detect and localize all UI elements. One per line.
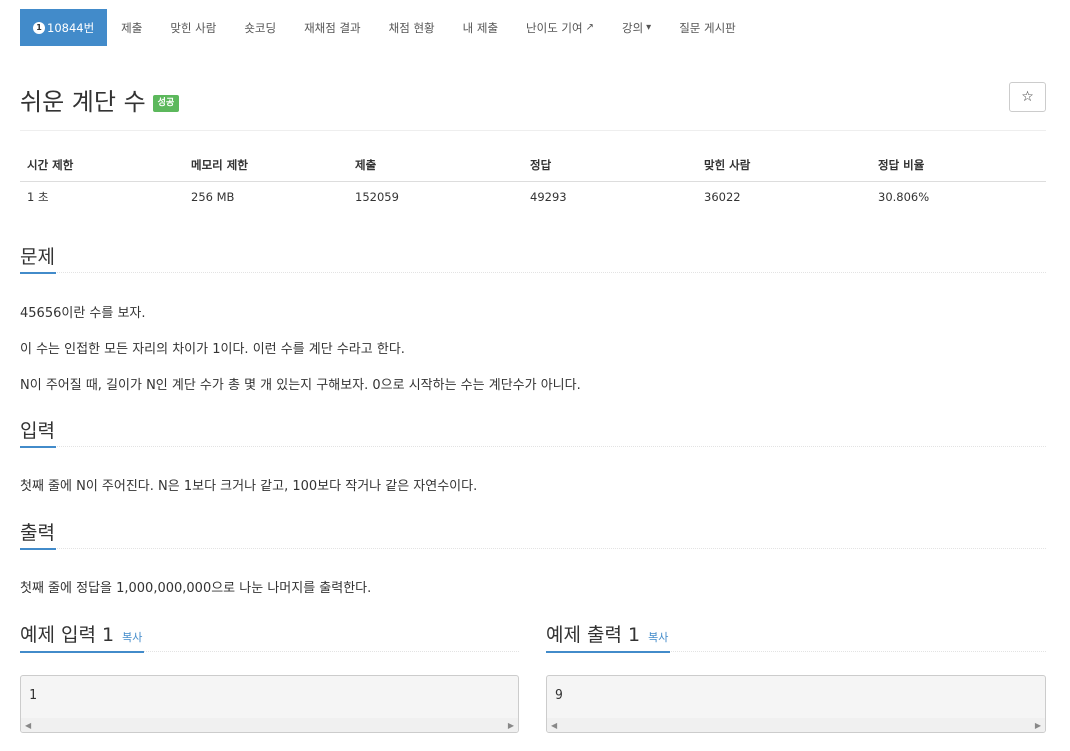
problem-heading: 문제 bbox=[20, 246, 55, 268]
output-heading-underline bbox=[20, 548, 56, 550]
status-badge: 성공 bbox=[152, 94, 180, 112]
sample-output-scrollbar[interactable]: ◀ ▶ bbox=[547, 718, 1045, 732]
star-icon: ☆ bbox=[1021, 89, 1034, 105]
favorite-button[interactable]: ☆ bbox=[1009, 82, 1046, 112]
problem-line-1: 45656이란 수를 보자. bbox=[20, 306, 146, 321]
nav-solved-users-label: 맞힌 사람 bbox=[170, 20, 217, 35]
value-submissions: 152059 bbox=[355, 190, 399, 205]
problem-line-3: N이 주어질 때, 길이가 N인 계단 수가 총 몇 개 있는지 구해보자. 0… bbox=[20, 378, 581, 393]
sample-output-box[interactable]: 9 ◀ ▶ bbox=[546, 675, 1046, 733]
nav-lectures-label: 강의 bbox=[621, 20, 644, 35]
value-accept-ratio: 30.806% bbox=[878, 190, 930, 205]
external-link-icon: ↗ bbox=[585, 22, 594, 33]
problem-heading-line bbox=[20, 272, 1046, 273]
scroll-right-icon[interactable]: ▶ bbox=[508, 721, 514, 730]
scroll-right-icon[interactable]: ▶ bbox=[1035, 721, 1041, 730]
nav-submit-label: 제출 bbox=[121, 20, 143, 35]
sample-input-box[interactable]: 1 ◀ ▶ bbox=[20, 675, 519, 733]
nav-rejudge[interactable]: 재채점 결과 bbox=[290, 9, 375, 46]
nav-solved-users[interactable]: 맞힌 사람 bbox=[156, 9, 230, 46]
input-heading-underline bbox=[20, 446, 56, 448]
scroll-left-icon[interactable]: ◀ bbox=[551, 721, 557, 730]
nav-lectures[interactable]: 강의 ▾ bbox=[608, 9, 665, 46]
output-heading-line bbox=[20, 548, 1046, 549]
sample-input-scrollbar[interactable]: ◀ ▶ bbox=[21, 718, 518, 732]
nav-status[interactable]: 채점 현황 bbox=[375, 9, 449, 46]
sample-input-underline bbox=[20, 651, 144, 653]
input-description: 첫째 줄에 N이 주어진다. N은 1보다 크거나 같고, 100보다 작거나 … bbox=[20, 479, 478, 494]
tier-badge-icon: 1 bbox=[33, 21, 45, 34]
table-header-row: 시간 제한 메모리 제한 제출 정답 맞힌 사람 정답 비율 bbox=[20, 150, 1046, 182]
nav-status-label: 채점 현황 bbox=[388, 20, 435, 35]
sample-output-title: 예제 출력 1 bbox=[546, 624, 641, 646]
nav-difficulty[interactable]: 난이도 기여 ↗ bbox=[512, 9, 608, 46]
sample-input-title: 예제 입력 1 bbox=[20, 624, 115, 646]
nav-submit[interactable]: 제출 bbox=[107, 9, 156, 46]
nav-my-submissions-label: 내 제출 bbox=[462, 20, 499, 35]
header-accepted: 정답 bbox=[523, 150, 697, 182]
nav-my-submissions[interactable]: 내 제출 bbox=[449, 9, 512, 46]
value-time-limit: 1 초 bbox=[27, 190, 49, 205]
nav-board[interactable]: 질문 게시판 bbox=[665, 9, 750, 46]
value-accepted: 49293 bbox=[530, 190, 567, 205]
input-heading-line bbox=[20, 446, 1046, 447]
copy-sample-input-link[interactable]: 복사 bbox=[122, 629, 142, 645]
title-divider bbox=[20, 130, 1046, 131]
page-title: 쉬운 계단 수 bbox=[20, 87, 146, 116]
value-solved-users: 36022 bbox=[704, 190, 741, 205]
output-heading: 출력 bbox=[20, 522, 55, 544]
output-description: 첫째 줄에 정답을 1,000,000,000으로 나눈 나머지를 출력한다. bbox=[20, 581, 372, 596]
sample-output-value: 9 bbox=[555, 688, 563, 703]
sample-output-underline bbox=[546, 651, 670, 653]
sample-input-value: 1 bbox=[29, 688, 37, 703]
sample-output-heading: 예제 출력 1 복사 bbox=[546, 620, 668, 647]
problem-line-2: 이 수는 인접한 모든 자리의 차이가 1이다. 이런 수를 계단 수라고 한다… bbox=[20, 342, 405, 357]
table-row: 1 초 256 MB 152059 49293 36022 30.806% bbox=[20, 181, 1046, 213]
nav-rejudge-label: 재채점 결과 bbox=[304, 20, 361, 35]
problem-info-table: 시간 제한 메모리 제한 제출 정답 맞힌 사람 정답 비율 1 초 256 M… bbox=[20, 150, 1046, 213]
header-memory-limit: 메모리 제한 bbox=[184, 150, 348, 182]
header-time-limit: 시간 제한 bbox=[20, 150, 184, 182]
input-heading: 입력 bbox=[20, 420, 55, 442]
nav-problem-number-label: 10844번 bbox=[47, 20, 95, 35]
sample-input-heading: 예제 입력 1 복사 bbox=[20, 620, 142, 647]
copy-sample-output-link[interactable]: 복사 bbox=[648, 629, 668, 645]
header-submissions: 제출 bbox=[348, 150, 523, 182]
problem-nav: 1 10844번 제출 맞힌 사람 숏코딩 재채점 결과 채점 현황 내 제출 … bbox=[20, 9, 750, 46]
nav-board-label: 질문 게시판 bbox=[679, 20, 736, 35]
value-memory-limit: 256 MB bbox=[191, 190, 235, 205]
header-accept-ratio: 정답 비율 bbox=[871, 150, 1046, 182]
scroll-left-icon[interactable]: ◀ bbox=[25, 721, 31, 730]
caret-down-icon: ▾ bbox=[646, 22, 652, 33]
nav-short-coding[interactable]: 숏코딩 bbox=[230, 9, 290, 46]
header-solved-users: 맞힌 사람 bbox=[697, 150, 871, 182]
nav-difficulty-label: 난이도 기여 bbox=[526, 20, 583, 35]
nav-short-coding-label: 숏코딩 bbox=[244, 20, 277, 35]
problem-heading-underline bbox=[20, 272, 56, 274]
nav-problem-number[interactable]: 1 10844번 bbox=[20, 9, 108, 46]
page-title-row: 쉬운 계단 수 성공 bbox=[20, 82, 180, 116]
